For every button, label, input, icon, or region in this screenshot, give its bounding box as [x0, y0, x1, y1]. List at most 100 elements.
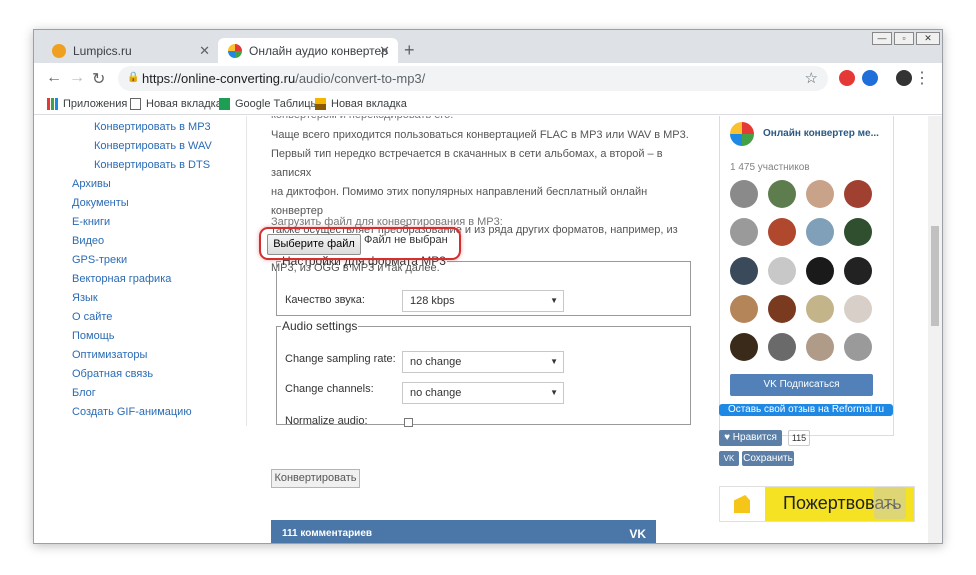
- sidebar-item-feedback[interactable]: Обратная связь: [72, 368, 153, 380]
- member-avatar[interactable]: [730, 218, 758, 246]
- member-avatar[interactable]: [844, 295, 872, 323]
- member-avatar[interactable]: [730, 180, 758, 208]
- scrollbar-thumb[interactable]: [931, 226, 939, 326]
- browser-toolbar: ← → ↻ 🔒 https://online-converting.ru/aud…: [34, 63, 942, 95]
- bookmark-new-tab-2[interactable]: Новая вкладка: [315, 98, 407, 110]
- group-logo-icon: [730, 122, 754, 146]
- sidebar-item-ebooks[interactable]: E-книги: [72, 216, 110, 228]
- member-avatar[interactable]: [806, 333, 834, 361]
- member-avatar[interactable]: [806, 180, 834, 208]
- quality-select[interactable]: 128 kbps ▼: [402, 290, 564, 312]
- maximize-button[interactable]: ▫: [894, 32, 914, 45]
- globe-extension-icon[interactable]: [862, 70, 878, 86]
- mp3-settings-group: Настройки для формата MP3 Качество звука…: [276, 254, 691, 316]
- member-avatar[interactable]: [806, 218, 834, 246]
- members-count: 1 475 участников: [730, 162, 810, 173]
- member-avatar[interactable]: [844, 218, 872, 246]
- save-button[interactable]: Сохранить: [742, 451, 794, 466]
- member-avatar[interactable]: [768, 180, 796, 208]
- member-avatar[interactable]: [730, 295, 758, 323]
- member-avatar[interactable]: [730, 333, 758, 361]
- bookmark-star-icon[interactable]: ☆: [805, 69, 818, 87]
- member-avatar[interactable]: [768, 218, 796, 246]
- member-avatar[interactable]: [768, 295, 796, 323]
- paragraph-line: Первый тип нередко встречается в скачанн…: [271, 148, 663, 179]
- wallet-icon: [734, 495, 750, 513]
- member-avatar[interactable]: [768, 257, 796, 285]
- page-icon: [130, 98, 141, 110]
- extension-icon[interactable]: [839, 70, 855, 86]
- sampling-value: no change: [410, 356, 462, 368]
- group-name[interactable]: Онлайн конвертер ме...: [763, 128, 879, 139]
- choose-file-button[interactable]: Выберите файл: [267, 234, 361, 255]
- new-tab-button[interactable]: +: [404, 40, 415, 61]
- vk-share-icon[interactable]: VK: [719, 451, 739, 466]
- sidebar-item-video[interactable]: Видео: [72, 235, 104, 247]
- minimize-button[interactable]: —: [872, 32, 892, 45]
- close-tab-icon[interactable]: ✕: [199, 43, 210, 59]
- normalize-checkbox[interactable]: [404, 418, 413, 427]
- like-button[interactable]: ♥ Нравится: [719, 430, 782, 446]
- tab-online-converting[interactable]: Онлайн аудио конвертер в MP3 ✕: [218, 38, 398, 63]
- no-file-label: Файл не выбран: [364, 234, 448, 246]
- address-bar[interactable]: 🔒 https://online-converting.ru/audio/con…: [118, 66, 828, 91]
- sidebar-item-vector[interactable]: Векторная графика: [72, 273, 171, 285]
- like-count: 115: [788, 430, 810, 446]
- member-avatar[interactable]: [844, 257, 872, 285]
- sidebar-item-language[interactable]: Язык: [72, 292, 98, 304]
- vk-group-widget: Онлайн конвертер ме... 1 475 участников: [719, 116, 894, 436]
- comments-count: 111 комментариев: [282, 528, 373, 539]
- tab-lumpics[interactable]: Lumpics.ru ✕: [42, 38, 218, 63]
- url-host: https://online-converting.ru: [142, 71, 296, 86]
- back-arrow-icon[interactable]: ←: [46, 69, 62, 87]
- lumpics-favicon-icon: [52, 43, 66, 58]
- member-avatar[interactable]: [730, 257, 758, 285]
- yandex-money-icon: [720, 487, 765, 521]
- comments-header: 111 комментариев VK: [271, 520, 656, 543]
- sidebar-item-dts[interactable]: Конвертировать в DTS: [94, 159, 210, 171]
- page-scrollbar[interactable]: [928, 116, 942, 543]
- sidebar-item-optimizers[interactable]: Оптимизаторы: [72, 349, 147, 361]
- sidebar-item-archives[interactable]: Архивы: [72, 178, 111, 190]
- bookmark-google-sheets[interactable]: Google Таблицы: [219, 98, 318, 110]
- member-avatar[interactable]: [806, 295, 834, 323]
- convert-button[interactable]: Конвертировать: [271, 469, 360, 488]
- quality-label: Качество звука:: [285, 294, 365, 306]
- close-window-button[interactable]: ✕: [916, 32, 940, 45]
- bookmark-apps[interactable]: Приложения: [47, 98, 127, 110]
- dropdown-arrow-icon: ▼: [550, 388, 558, 397]
- close-tab-icon[interactable]: ✕: [379, 43, 390, 59]
- sidebar-item-wav[interactable]: Конвертировать в WAV: [94, 140, 212, 152]
- channels-value: no change: [410, 387, 462, 399]
- subscribe-button[interactable]: VK Подписаться: [730, 374, 873, 396]
- sidebar-item-gif[interactable]: Создать GIF-анимацию: [72, 406, 192, 418]
- menu-dots-icon[interactable]: ⋮: [914, 68, 930, 88]
- apps-grid-icon: [47, 98, 58, 110]
- sidebar-item-gps[interactable]: GPS-треки: [72, 254, 127, 266]
- audio-settings-legend: Audio settings: [282, 319, 358, 333]
- bookmark-label: Google Таблицы: [235, 98, 319, 110]
- vk-logo-icon: VK: [629, 527, 646, 541]
- sampling-label: Change sampling rate:: [285, 353, 396, 365]
- sidebar-item-help[interactable]: Помощь: [72, 330, 115, 342]
- forward-arrow-icon[interactable]: →: [69, 69, 85, 87]
- member-avatar[interactable]: [768, 333, 796, 361]
- member-avatar[interactable]: [844, 333, 872, 361]
- sidebar-nav: Конвертировать в MP3 Конвертировать в WA…: [57, 116, 247, 426]
- sidebar-item-about[interactable]: О сайте: [72, 311, 112, 323]
- bookmarks-bar: Приложения Новая вкладка Google Таблицы …: [34, 95, 942, 115]
- sampling-select[interactable]: no change ▼: [402, 351, 564, 373]
- member-avatar[interactable]: [806, 257, 834, 285]
- sidebar-item-mp3[interactable]: Конвертировать в MP3: [94, 121, 211, 133]
- member-avatar[interactable]: [844, 180, 872, 208]
- bookmark-new-tab-1[interactable]: Новая вкладка: [130, 98, 222, 110]
- reload-icon[interactable]: ↻: [92, 69, 105, 89]
- sidebar-item-documents[interactable]: Документы: [72, 197, 129, 209]
- scroll-up-icon[interactable]: ︿: [874, 487, 906, 519]
- channels-select[interactable]: no change ▼: [402, 382, 564, 404]
- dropdown-arrow-icon: ▼: [550, 296, 558, 305]
- profile-avatar[interactable]: [896, 70, 912, 86]
- normalize-label: Normalize audio:: [285, 415, 368, 427]
- reformal-link[interactable]: Оставь свой отзыв на Reformal.ru: [719, 404, 893, 416]
- sidebar-item-blog[interactable]: Блог: [72, 387, 96, 399]
